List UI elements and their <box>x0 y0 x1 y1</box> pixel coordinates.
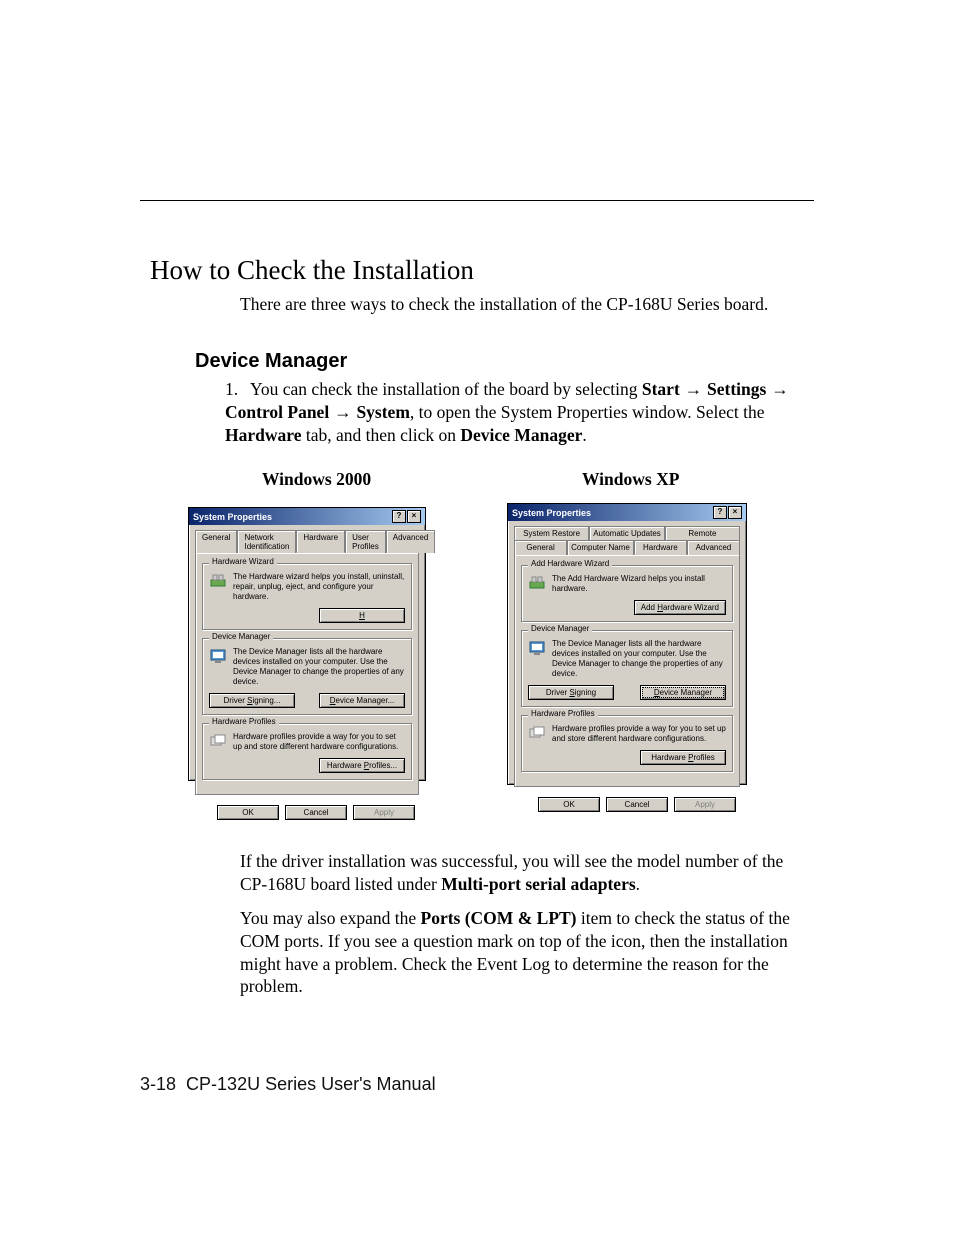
group-legend: Hardware Wizard <box>209 557 277 566</box>
group-hardware-profiles: Hardware Profiles Hardware profiles prov… <box>202 723 412 780</box>
tab-network-identification[interactable]: Network Identification <box>237 530 296 553</box>
apply-button[interactable]: Apply <box>353 805 415 820</box>
caption-win2000: Windows 2000 <box>262 469 371 490</box>
rule-top <box>140 200 814 201</box>
caption-winxp: Windows XP <box>582 469 679 490</box>
tab-remote[interactable]: Remote <box>665 526 740 540</box>
hardware-wizard-icon <box>209 572 227 590</box>
tabs: System Restore Automatic Updates Remote … <box>508 521 746 554</box>
group-hardware-profiles: Hardware Profiles Hardware profiles prov… <box>521 715 733 772</box>
ok-button[interactable]: OK <box>217 805 279 820</box>
tab-automatic-updates[interactable]: Automatic Updates <box>589 526 665 540</box>
device-manager-button[interactable]: Device Manager <box>640 685 726 700</box>
tabs: General Network Identification Hardware … <box>189 525 425 552</box>
device-manager-button[interactable]: Device Manager... <box>319 693 405 708</box>
hardware-profiles-icon <box>209 732 227 750</box>
driver-signing-button[interactable]: Driver Signing... <box>209 693 295 708</box>
group-device-manager: Device Manager The Device Manager lists … <box>521 630 733 707</box>
title-text: System Properties <box>193 512 272 522</box>
tab-general[interactable]: General <box>514 540 567 555</box>
group-legend: Device Manager <box>209 632 273 641</box>
hardware-wizard-button[interactable]: H <box>319 608 405 623</box>
group-add-hardware-wizard: Add Hardware Wizard The Add Hardware Wiz… <box>521 565 733 622</box>
close-icon[interactable]: × <box>728 506 742 519</box>
group-device-manager: Device Manager The Device Manager lists … <box>202 638 412 715</box>
device-manager-icon <box>528 639 546 657</box>
group-hardware-wizard: Hardware Wizard The Hardware wizard help… <box>202 563 412 630</box>
group-legend: Add Hardware Wizard <box>528 559 612 568</box>
tab-advanced[interactable]: Advanced <box>386 530 436 553</box>
paragraph-success: If the driver installation was successfu… <box>240 850 814 896</box>
tab-computer-name[interactable]: Computer Name <box>567 540 634 555</box>
dialog-footer: OK Cancel Apply <box>189 801 425 828</box>
cancel-button[interactable]: Cancel <box>285 805 347 820</box>
add-hardware-icon <box>528 574 546 592</box>
device-manager-icon <box>209 647 227 665</box>
driver-signing-button[interactable]: Driver Signing <box>528 685 614 700</box>
ok-button[interactable]: OK <box>538 797 600 812</box>
group-text: Hardware profiles provide a way for you … <box>233 732 405 752</box>
tab-advanced[interactable]: Advanced <box>687 540 740 555</box>
manual-title: CP-132U Series User's Manual <box>186 1074 436 1094</box>
page: How to Check the Installation There are … <box>0 0 954 1235</box>
tab-hardware[interactable]: Hardware <box>296 530 345 553</box>
intro-paragraph: There are three ways to check the instal… <box>240 294 814 315</box>
group-text: The Hardware wizard helps you install, u… <box>233 572 405 602</box>
heading-device-manager: Device Manager <box>195 350 347 373</box>
dialog-system-properties-xp: System Properties ? × System Restore Aut… <box>507 503 747 785</box>
dialog-system-properties-2000: System Properties ? × General Network Id… <box>188 507 426 781</box>
help-icon[interactable]: ? <box>392 510 406 523</box>
page-footer: 3-18 CP-132U Series User's Manual <box>140 1074 436 1095</box>
tab-panel: Hardware Wizard The Hardware wizard help… <box>195 552 419 795</box>
apply-button[interactable]: Apply <box>674 797 736 812</box>
group-text: Hardware profiles provide a way for you … <box>552 724 726 744</box>
titlebar[interactable]: System Properties ? × <box>508 504 746 521</box>
tab-system-restore[interactable]: System Restore <box>514 526 589 540</box>
list-text: You can check the installation of the bo… <box>225 379 789 445</box>
group-text: The Add Hardware Wizard helps you instal… <box>552 574 726 594</box>
paragraph-ports: You may also expand the Ports (COM & LPT… <box>240 907 814 998</box>
group-legend: Hardware Profiles <box>528 709 598 718</box>
hardware-profiles-button[interactable]: Hardware Profiles... <box>319 758 405 773</box>
tab-general[interactable]: General <box>195 530 237 553</box>
page-number: 3-18 <box>140 1074 176 1094</box>
dialog-footer: OK Cancel Apply <box>508 793 746 820</box>
hardware-profiles-icon <box>528 724 546 742</box>
heading-how-to-check: How to Check the Installation <box>150 255 474 286</box>
tab-panel: Add Hardware Wizard The Add Hardware Wiz… <box>514 554 740 787</box>
help-icon[interactable]: ? <box>713 506 727 519</box>
ordered-list: 1.You can check the installation of the … <box>225 378 814 446</box>
tab-user-profiles[interactable]: User Profiles <box>345 530 386 553</box>
titlebar[interactable]: System Properties ? × <box>189 508 425 525</box>
close-icon[interactable]: × <box>407 510 421 523</box>
cancel-button[interactable]: Cancel <box>606 797 668 812</box>
title-text: System Properties <box>512 508 591 518</box>
group-text: The Device Manager lists all the hardwar… <box>233 647 405 687</box>
hardware-profiles-button[interactable]: Hardware Profiles <box>640 750 726 765</box>
add-hardware-wizard-button[interactable]: Add Hardware Wizard <box>634 600 726 615</box>
group-text: The Device Manager lists all the hardwar… <box>552 639 726 679</box>
group-legend: Device Manager <box>528 624 592 633</box>
list-number: 1. <box>225 378 250 401</box>
group-legend: Hardware Profiles <box>209 717 279 726</box>
tab-hardware[interactable]: Hardware <box>634 540 687 555</box>
